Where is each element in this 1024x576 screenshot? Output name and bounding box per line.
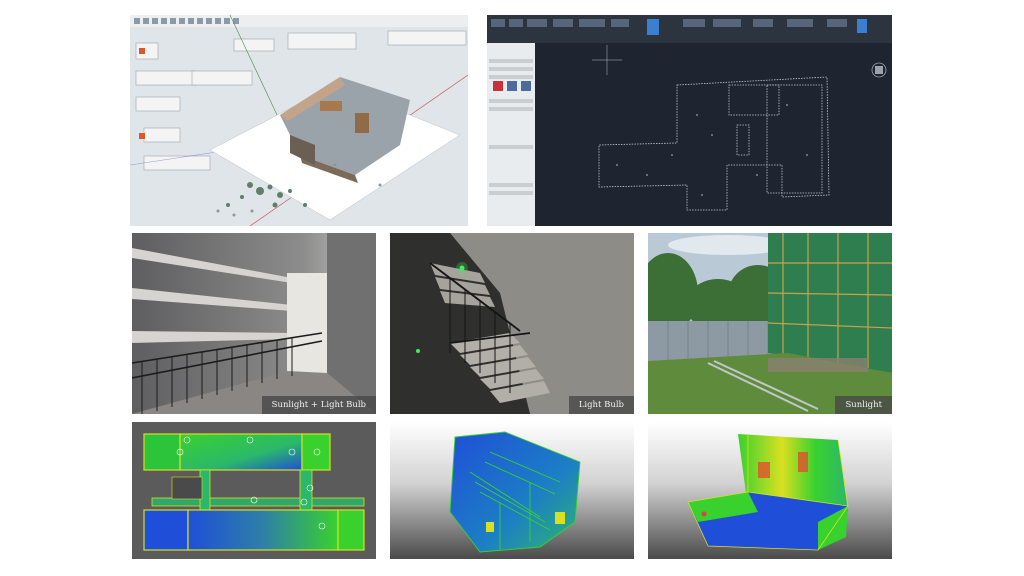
cad-floorplan-screenshot [487,15,892,226]
corridor-photo-image [132,233,376,414]
floorplan-point-cloud-image [132,422,376,559]
sketchup-model-image [130,15,468,226]
photo-caption: Light Bulb [568,396,634,414]
cad-floorplan-image [487,15,892,226]
floorplan-point-cloud [132,422,376,559]
construction-site-photo-image [648,233,892,414]
stairwell-photo: Light Bulb [390,233,634,414]
construction-site-photo: Sunlight [648,233,892,414]
stairwell-point-cloud-image [390,422,634,559]
photo-caption: Sunlight [835,396,892,414]
stairwell-photo-image [390,233,634,414]
stairwell-point-cloud [390,422,634,559]
sketchup-model-screenshot [130,15,468,226]
site-point-cloud-image [648,422,892,559]
site-point-cloud [648,422,892,559]
corridor-photo: Sunlight + Light Bulb [132,233,376,414]
photo-caption: Sunlight + Light Bulb [261,396,376,414]
